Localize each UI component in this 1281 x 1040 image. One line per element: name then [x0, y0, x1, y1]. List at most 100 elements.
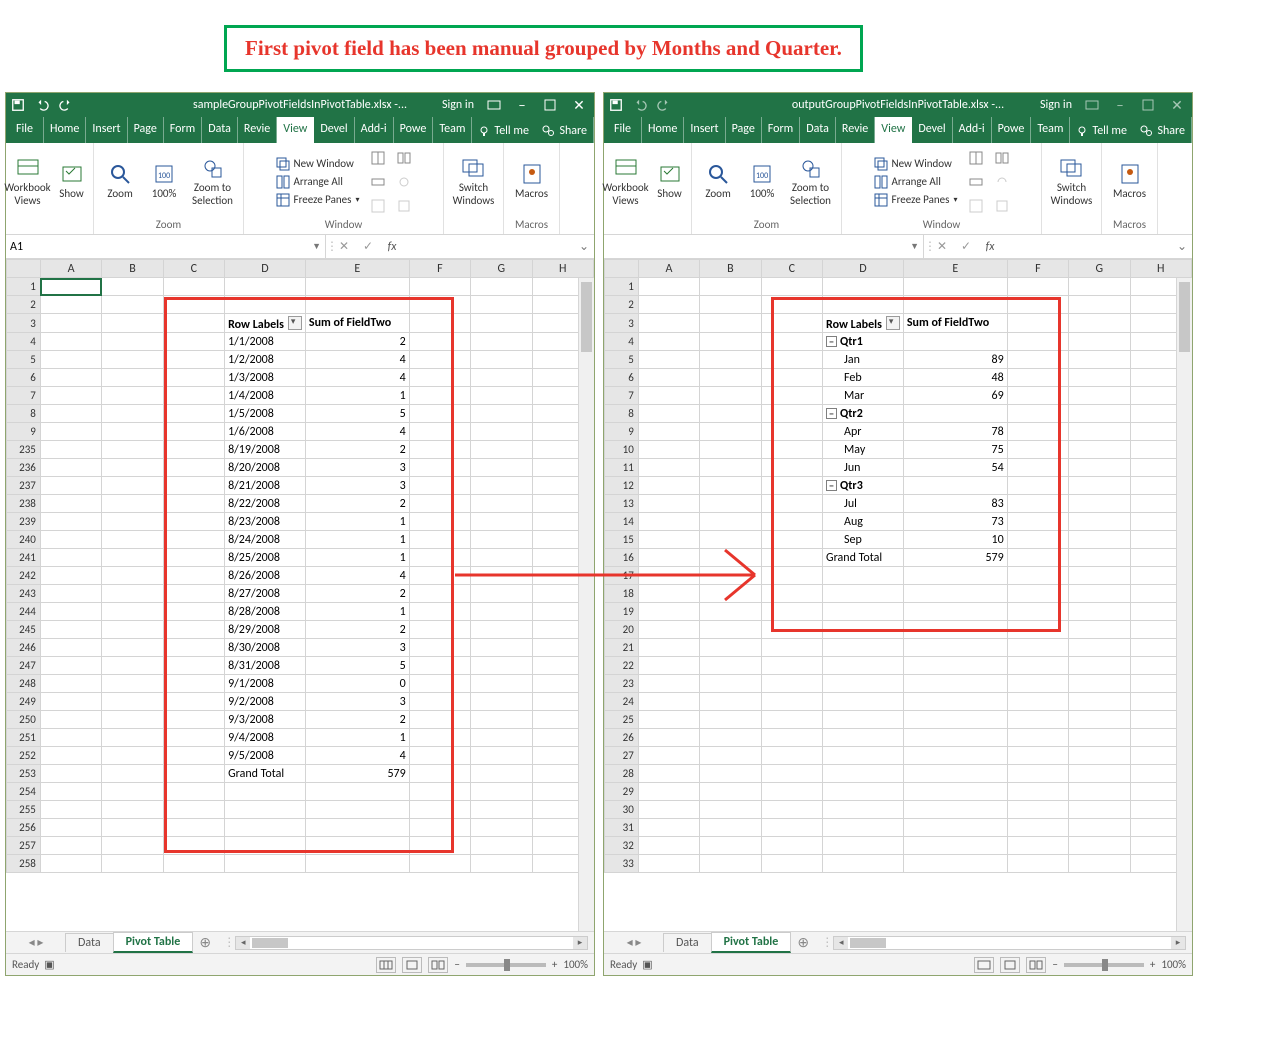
cell[interactable]: 1/5/2008 — [225, 405, 306, 423]
cell[interactable] — [761, 314, 822, 333]
cell[interactable] — [1007, 387, 1068, 405]
cell[interactable] — [1069, 729, 1130, 747]
row-header[interactable]: 247 — [7, 657, 41, 675]
row-header[interactable]: 235 — [7, 441, 41, 459]
undo-icon[interactable] — [630, 95, 650, 115]
row-header[interactable]: 31 — [605, 819, 639, 837]
cell[interactable] — [700, 837, 761, 855]
cell[interactable] — [471, 387, 532, 405]
cell[interactable] — [903, 333, 1007, 351]
cell[interactable] — [163, 296, 224, 314]
cell[interactable] — [638, 351, 699, 369]
cell[interactable] — [761, 459, 822, 477]
cell[interactable] — [700, 711, 761, 729]
cell[interactable]: 1 — [305, 603, 409, 621]
row-header[interactable]: 257 — [7, 837, 41, 855]
cell[interactable] — [1007, 783, 1068, 801]
cell[interactable] — [700, 278, 761, 296]
cell[interactable] — [471, 333, 532, 351]
cell[interactable] — [471, 675, 532, 693]
tab-insert[interactable]: Insert — [86, 117, 127, 143]
page-layout-view-icon[interactable] — [1000, 957, 1020, 973]
cell[interactable] — [761, 296, 822, 314]
tab-data[interactable]: Data — [202, 117, 238, 143]
row-header[interactable]: 29 — [605, 783, 639, 801]
row-header[interactable]: 241 — [7, 549, 41, 567]
split-icon[interactable] — [367, 147, 389, 169]
cell[interactable] — [761, 477, 822, 495]
sheet-tab-pivot[interactable]: Pivot Table — [711, 932, 792, 953]
cell[interactable] — [163, 513, 224, 531]
new-window-button[interactable]: New Window — [870, 156, 962, 172]
cell[interactable] — [102, 639, 163, 657]
cell[interactable] — [761, 603, 822, 621]
cell[interactable]: 3 — [305, 477, 409, 495]
cell[interactable] — [40, 603, 101, 621]
cell[interactable] — [1007, 459, 1068, 477]
cell[interactable] — [700, 314, 761, 333]
cell[interactable] — [700, 729, 761, 747]
cell[interactable]: Sum of FieldTwo — [903, 314, 1007, 333]
cell[interactable] — [40, 783, 101, 801]
cell[interactable]: 3 — [305, 639, 409, 657]
cell[interactable] — [40, 819, 101, 837]
cell[interactable] — [638, 765, 699, 783]
cell[interactable] — [638, 405, 699, 423]
cell[interactable] — [40, 423, 101, 441]
cell[interactable] — [40, 801, 101, 819]
cell[interactable] — [903, 837, 1007, 855]
cell[interactable]: Feb — [823, 369, 904, 387]
tab-formulas[interactable]: Form — [164, 117, 202, 143]
cell[interactable] — [638, 747, 699, 765]
fx-icon[interactable]: fx — [380, 240, 404, 254]
cell[interactable] — [1007, 495, 1068, 513]
page-break-view-icon[interactable] — [428, 957, 448, 973]
row-header[interactable]: 245 — [7, 621, 41, 639]
cell[interactable]: 8/20/2008 — [225, 459, 306, 477]
cell[interactable] — [409, 513, 470, 531]
col-header[interactable]: D — [823, 260, 904, 278]
tab-developer[interactable]: Devel — [314, 117, 354, 143]
zoom-in-button[interactable]: + — [552, 958, 557, 971]
cell[interactable] — [40, 567, 101, 585]
cell[interactable] — [1069, 621, 1130, 639]
row-header[interactable]: 19 — [605, 603, 639, 621]
cell[interactable] — [761, 747, 822, 765]
cell[interactable] — [305, 801, 409, 819]
cell[interactable] — [761, 423, 822, 441]
cell[interactable] — [903, 711, 1007, 729]
cell[interactable] — [102, 729, 163, 747]
cell[interactable] — [40, 513, 101, 531]
cell[interactable] — [225, 278, 306, 296]
cell[interactable] — [1069, 675, 1130, 693]
cell[interactable] — [163, 423, 224, 441]
row-header[interactable]: 250 — [7, 711, 41, 729]
cell[interactable]: Sep — [823, 531, 904, 549]
cell[interactable] — [163, 441, 224, 459]
signin-button[interactable]: Sign in — [1034, 93, 1078, 117]
cell[interactable] — [102, 495, 163, 513]
cell[interactable] — [40, 585, 101, 603]
cell[interactable]: 9/1/2008 — [225, 675, 306, 693]
cell[interactable] — [638, 621, 699, 639]
cell[interactable] — [1069, 855, 1130, 873]
cell[interactable] — [409, 477, 470, 495]
normal-view-icon[interactable] — [974, 957, 994, 973]
cell[interactable]: 69 — [903, 387, 1007, 405]
cell[interactable] — [1069, 296, 1130, 314]
cell[interactable] — [409, 639, 470, 657]
cell[interactable]: 54 — [903, 459, 1007, 477]
cell[interactable] — [163, 369, 224, 387]
tab-team[interactable]: Team — [433, 117, 472, 143]
cell[interactable] — [305, 819, 409, 837]
view-side-by-side-icon[interactable] — [991, 147, 1013, 169]
cell[interactable] — [409, 675, 470, 693]
cell[interactable] — [1007, 369, 1068, 387]
grid-right[interactable]: ABCDEFGH123Row LabelsSum of FieldTwo4−Qt… — [604, 259, 1192, 931]
cell[interactable] — [638, 819, 699, 837]
cell[interactable] — [40, 693, 101, 711]
cell[interactable] — [102, 296, 163, 314]
cell[interactable] — [903, 639, 1007, 657]
row-header[interactable]: 1 — [7, 278, 41, 296]
zoom-in-button[interactable]: + — [1150, 958, 1155, 971]
